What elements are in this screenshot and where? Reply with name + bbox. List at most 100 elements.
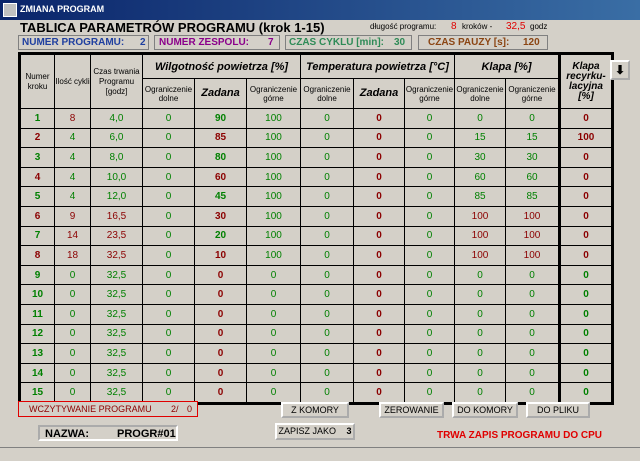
cell-dur[interactable]: 32,5 — [90, 343, 143, 364]
cell-t-hi[interactable]: 0 — [404, 127, 455, 149]
cell-t-lo[interactable]: 0 — [300, 264, 354, 286]
cell-t-lo[interactable]: 0 — [300, 108, 354, 129]
cell-t-hi[interactable]: 0 — [404, 343, 455, 364]
cell-cycles[interactable]: 0 — [54, 343, 91, 364]
cell-h-hi[interactable]: 0 — [246, 343, 301, 364]
cell-dur[interactable]: 32,5 — [90, 382, 143, 403]
cell-h-hi[interactable]: 0 — [246, 382, 301, 403]
cell-h-hi[interactable]: 100 — [246, 166, 301, 188]
cell-t-lo[interactable]: 0 — [300, 166, 354, 188]
cell-h-set[interactable]: 0 — [194, 362, 247, 384]
cell-h-set[interactable]: 0 — [194, 284, 247, 305]
cell-k-hi[interactable]: 100 — [505, 245, 560, 266]
cell-h-hi[interactable]: 0 — [246, 362, 301, 384]
cell-cycles[interactable]: 0 — [54, 382, 91, 403]
cell-h-set[interactable]: 45 — [194, 186, 247, 207]
cell-h-hi[interactable]: 100 — [246, 147, 301, 168]
cell-t-hi[interactable]: 0 — [404, 147, 455, 168]
cell-t-set[interactable]: 0 — [353, 108, 405, 129]
cell-dur[interactable]: 23,5 — [90, 225, 143, 247]
cell-h-set[interactable]: 30 — [194, 205, 247, 227]
cell-t-lo[interactable]: 0 — [300, 284, 354, 305]
cell-h-set[interactable]: 20 — [194, 225, 247, 247]
cell-rec[interactable]: 0 — [558, 186, 612, 207]
cell-t-hi[interactable]: 0 — [404, 284, 455, 305]
cell-h-lo[interactable]: 0 — [142, 343, 195, 364]
cell-dur[interactable]: 32,5 — [90, 362, 143, 384]
cell-k-lo[interactable]: 0 — [454, 108, 506, 129]
cell-k-lo[interactable]: 0 — [454, 323, 506, 345]
cell-t-hi[interactable]: 0 — [404, 264, 455, 286]
cell-cycles[interactable]: 0 — [54, 303, 91, 325]
cell-cycles[interactable]: 9 — [54, 205, 91, 227]
cell-cycles[interactable]: 4 — [54, 166, 91, 188]
cell-t-set[interactable]: 0 — [353, 147, 405, 168]
cell-dur[interactable]: 12,0 — [90, 186, 143, 207]
cell-dur[interactable]: 32,5 — [90, 264, 143, 286]
cell-h-hi[interactable]: 0 — [246, 284, 301, 305]
cell-k-lo[interactable]: 100 — [454, 245, 506, 266]
cell-t-set[interactable]: 0 — [353, 284, 405, 305]
cell-h-set[interactable]: 60 — [194, 166, 247, 188]
cell-t-set[interactable]: 0 — [353, 127, 405, 149]
cell-dur[interactable]: 32,5 — [90, 245, 143, 266]
cell-h-hi[interactable]: 100 — [246, 225, 301, 247]
cell-dur[interactable]: 32,5 — [90, 284, 143, 305]
cell-h-lo[interactable]: 0 — [142, 245, 195, 266]
cell-t-lo[interactable]: 0 — [300, 147, 354, 168]
cell-h-set[interactable]: 10 — [194, 245, 247, 266]
cell-cycles[interactable]: 18 — [54, 245, 91, 266]
cell-k-hi[interactable]: 0 — [505, 343, 560, 364]
pause-time-value[interactable]: 120 — [523, 37, 540, 48]
cell-t-hi[interactable]: 0 — [404, 303, 455, 325]
cell-k-lo[interactable]: 60 — [454, 166, 506, 188]
cell-t-lo[interactable]: 0 — [300, 127, 354, 149]
cell-t-set[interactable]: 0 — [353, 343, 405, 364]
cell-k-hi[interactable]: 0 — [505, 323, 560, 345]
cell-h-lo[interactable]: 0 — [142, 264, 195, 286]
cell-h-hi[interactable]: 100 — [246, 108, 301, 129]
cell-k-hi[interactable]: 0 — [505, 362, 560, 384]
cell-k-hi[interactable]: 0 — [505, 382, 560, 403]
cell-rec[interactable]: 0 — [558, 382, 612, 403]
cell-rec[interactable]: 0 — [558, 303, 612, 325]
cell-h-hi[interactable]: 100 — [246, 245, 301, 266]
cell-t-set[interactable]: 0 — [353, 264, 405, 286]
reset-button[interactable]: ZEROWANIE — [379, 402, 444, 418]
cell-cycles[interactable]: 0 — [54, 284, 91, 305]
cell-rec[interactable]: 100 — [558, 127, 612, 149]
cell-k-hi[interactable]: 85 — [505, 186, 560, 207]
save-as-button[interactable]: ZAPISZ JAKO 3 — [275, 423, 355, 440]
cell-h-set[interactable]: 0 — [194, 323, 247, 345]
cell-rec[interactable]: 0 — [558, 264, 612, 286]
cell-dur[interactable]: 10,0 — [90, 166, 143, 188]
team-number-value[interactable]: 7 — [268, 37, 274, 48]
cell-k-lo[interactable]: 30 — [454, 147, 506, 168]
cycle-time-value[interactable]: 30 — [394, 37, 405, 48]
cell-rec[interactable]: 0 — [558, 225, 612, 247]
cell-k-lo[interactable]: 15 — [454, 127, 506, 149]
cell-t-lo[interactable]: 0 — [300, 343, 354, 364]
cell-rec[interactable]: 0 — [558, 166, 612, 188]
cell-t-hi[interactable]: 0 — [404, 323, 455, 345]
cell-dur[interactable]: 32,5 — [90, 323, 143, 345]
cell-h-hi[interactable]: 0 — [246, 303, 301, 325]
cell-t-hi[interactable]: 0 — [404, 166, 455, 188]
from-chamber-button[interactable]: Z KOMORY — [281, 402, 349, 418]
cell-t-set[interactable]: 0 — [353, 245, 405, 266]
cell-h-hi[interactable]: 0 — [246, 264, 301, 286]
cell-t-lo[interactable]: 0 — [300, 303, 354, 325]
cell-h-set[interactable]: 0 — [194, 264, 247, 286]
cell-cycles[interactable]: 4 — [54, 186, 91, 207]
cell-k-hi[interactable]: 0 — [505, 264, 560, 286]
cell-dur[interactable]: 32,5 — [90, 303, 143, 325]
cell-t-lo[interactable]: 0 — [300, 186, 354, 207]
cell-h-set[interactable]: 90 — [194, 108, 247, 129]
cell-cycles[interactable]: 0 — [54, 264, 91, 286]
cell-h-lo[interactable]: 0 — [142, 205, 195, 227]
cell-k-lo[interactable]: 100 — [454, 205, 506, 227]
cell-rec[interactable]: 0 — [558, 147, 612, 168]
cell-cycles[interactable]: 14 — [54, 225, 91, 247]
cell-rec[interactable]: 0 — [558, 284, 612, 305]
cell-t-set[interactable]: 0 — [353, 382, 405, 403]
